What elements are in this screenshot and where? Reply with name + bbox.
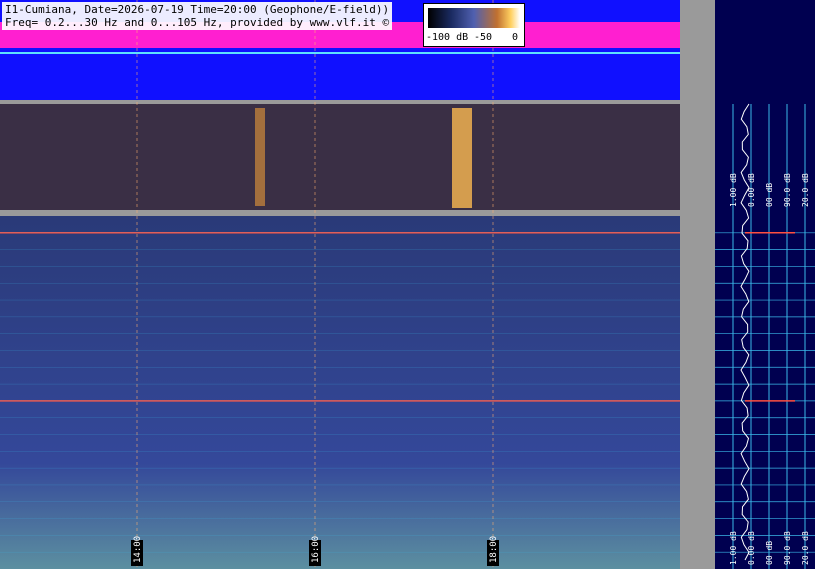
profile-tick-label-top: 1.00 dB — [729, 173, 738, 207]
colorbar-label-max: 0 — [512, 32, 519, 43]
vlf-spectrogram-display: 50 %0 %-50 % 252015105 10095908580757065… — [0, 0, 815, 569]
profile-tick-label-top: 20.0 dB — [801, 173, 810, 207]
colorbar-gradient — [428, 8, 520, 28]
separator-top — [0, 100, 680, 104]
time-tick-label: 16:00 — [311, 536, 321, 563]
profile-tick-label-bottom: 1.00 dB — [729, 531, 738, 565]
lf-burst-1 — [255, 108, 265, 206]
colorbar-label-min: -100 dB — [426, 32, 469, 43]
lf-spectrogram-panel — [0, 104, 680, 210]
profile-tick-label-bottom: 20.0 dB — [801, 531, 810, 565]
time-tick-label: 18:00 — [489, 536, 499, 563]
profile-panel — [715, 0, 815, 569]
profile-tick-label-bottom: 0.00 dB — [747, 531, 756, 565]
lf-burst-2 — [452, 108, 472, 208]
header-line1: I1-Cumiana, Date=2026-07-19 Time=20:00 (… — [5, 3, 390, 16]
profile-tick-label-top: 00 dB — [765, 183, 774, 207]
profile-tick-label-bottom: 00 dB — [765, 541, 774, 565]
colorbar: -100 dB -50 0 — [423, 3, 525, 47]
header-info: I1-Cumiana, Date=2026-07-19 Time=20:00 (… — [2, 2, 393, 30]
colorbar-label-mid: -50 — [474, 32, 493, 43]
profile-tick-label-top: 0.00 dB — [747, 173, 756, 207]
profile-tick-label-top: 90.0 dB — [783, 173, 792, 207]
profile-tick-label-bottom: 90.0 dB — [783, 531, 792, 565]
spectrogram-panel — [0, 216, 680, 569]
header-line2: Freq= 0.2...30 Hz and 0...105 Hz, provid… — [5, 16, 390, 29]
time-tick-label: 14:00 — [133, 536, 143, 563]
axis-strip — [680, 0, 715, 569]
separator-mid — [0, 210, 680, 216]
